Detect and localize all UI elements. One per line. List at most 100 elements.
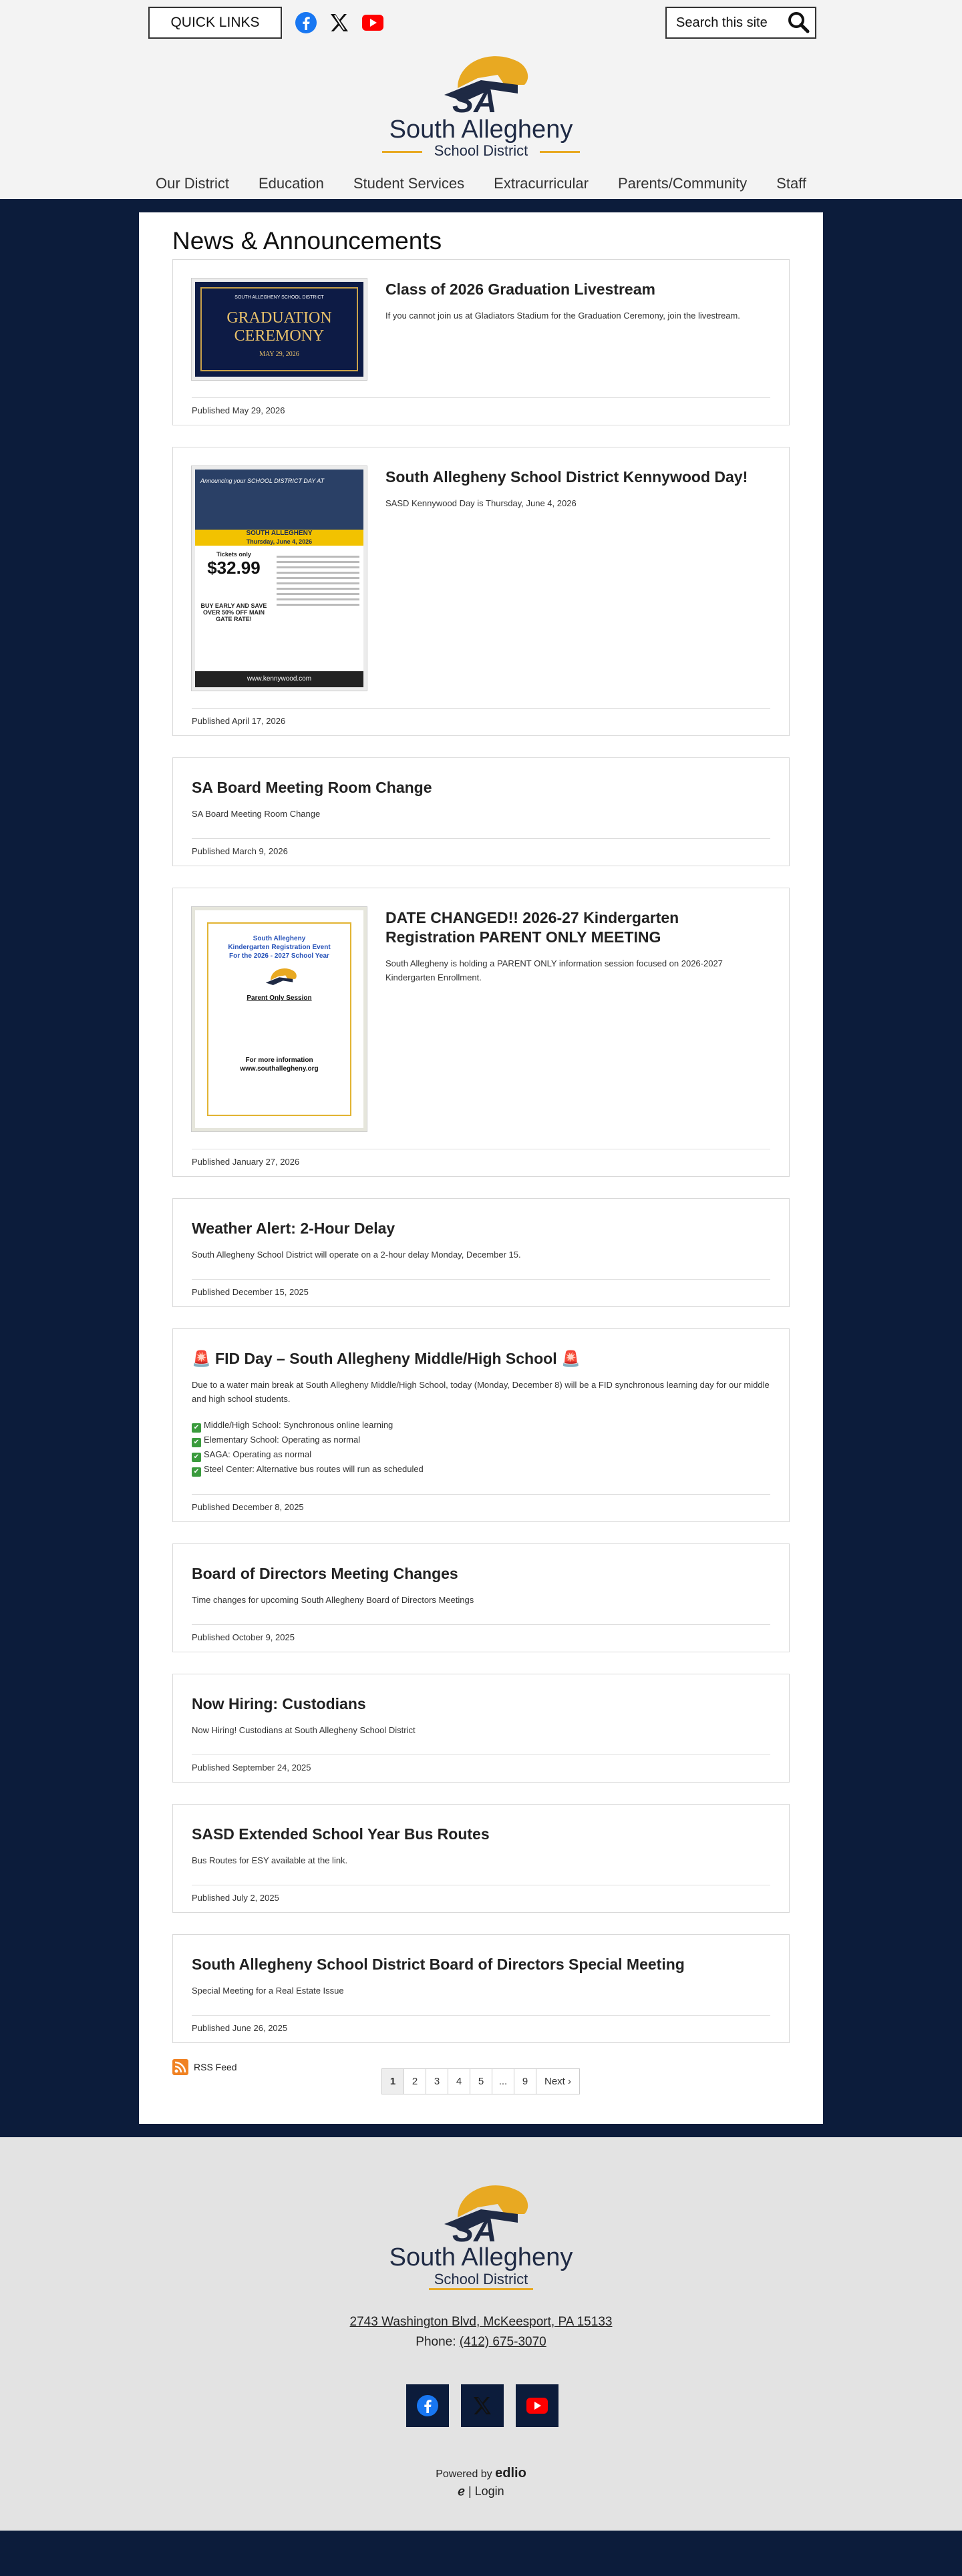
news-summary: Time changes for upcoming South Alleghen… <box>192 1595 474 1605</box>
login-label: Login <box>474 2485 504 2498</box>
thumb-l1: South Allegheny <box>253 935 306 942</box>
footer-contact: 2743 Washington Blvd, McKeesport, PA 151… <box>0 2315 962 2350</box>
kennywood-thumbnail[interactable]: Announcing your SCHOOL DISTRICT DAY AT S… <box>192 466 367 691</box>
thumb-buy: BUY EARLY AND SAVE OVER 50% OFF MAIN GAT… <box>200 602 267 622</box>
edlio-brand: edlio <box>495 2466 526 2480</box>
logo-helmet-icon: SA <box>444 56 528 115</box>
kindergarten-thumbnail[interactable]: South Allegheny Kindergarten Registratio… <box>192 907 367 1131</box>
graduation-thumbnail[interactable]: SOUTH ALLEGHENY SCHOOL DISTRICT GRADUATI… <box>192 279 367 380</box>
news-item: Weather Alert: 2-Hour Delay South Allegh… <box>172 1198 790 1307</box>
nav-staff[interactable]: Staff <box>762 172 821 195</box>
status-list: Middle/High School: Synchronous online l… <box>192 1418 770 1477</box>
list-item: SAGA: Operating as normal <box>192 1447 770 1462</box>
page-4[interactable]: 4 <box>447 2068 470 2094</box>
page-5[interactable]: 5 <box>469 2068 492 2094</box>
news-summary: Due to a water main break at South Alleg… <box>192 1380 770 1404</box>
youtube-icon[interactable] <box>361 11 385 35</box>
footer-youtube-icon[interactable] <box>516 2384 558 2427</box>
main-content: News & Announcements SOUTH ALLEGHENY SCH… <box>139 212 823 2124</box>
thumb-l2: Kindergarten Registration Event <box>228 944 331 951</box>
logo-helmet-icon <box>265 968 297 986</box>
news-summary: South Allegheny is holding a PARENT ONLY… <box>385 958 723 982</box>
phone-label: Phone: <box>416 2335 460 2349</box>
nav-our-district[interactable]: Our District <box>141 172 244 195</box>
publish-date: Published March 9, 2026 <box>192 846 288 856</box>
search-icon[interactable] <box>787 11 811 35</box>
footer-facebook-icon[interactable] <box>406 2384 449 2427</box>
news-summary: SASD Kennywood Day is Thursday, June 4, … <box>385 498 577 508</box>
nav-extracurricular[interactable]: Extracurricular <box>479 172 603 195</box>
thumb-name: SOUTH ALLEGHENY <box>246 530 313 537</box>
news-title[interactable]: DATE CHANGED!! 2026-27 Kindergarten Regi… <box>385 908 770 947</box>
svg-text:SA: SA <box>452 84 497 115</box>
search-input[interactable]: Search this site <box>676 15 768 31</box>
news-title[interactable]: Weather Alert: 2-Hour Delay <box>192 1219 770 1238</box>
publish-date: Published December 8, 2025 <box>192 1502 304 1512</box>
pagination: 1 2 3 4 5 ... 9 Next › <box>172 2068 790 2094</box>
news-item: Board of Directors Meeting Changes Time … <box>172 1543 790 1652</box>
news-title[interactable]: Board of Directors Meeting Changes <box>192 1564 770 1584</box>
powered-by-link[interactable]: Powered by edlio <box>0 2466 962 2481</box>
footer-social <box>406 2384 558 2427</box>
publish-date: Published September 24, 2025 <box>192 1763 311 1773</box>
publish-date: Published October 9, 2025 <box>192 1632 295 1642</box>
nav-student-services[interactable]: Student Services <box>339 172 479 195</box>
news-summary: SA Board Meeting Room Change <box>192 809 321 819</box>
rss-icon <box>172 2059 188 2075</box>
thumb-l4: Parent Only Session <box>247 994 312 1002</box>
search-box[interactable]: Search this site <box>665 7 816 39</box>
news-item: Now Hiring: Custodians Now Hiring! Custo… <box>172 1674 790 1783</box>
x-twitter-icon[interactable] <box>327 11 351 35</box>
publish-date: Published May 29, 2026 <box>192 405 285 415</box>
page-2[interactable]: 2 <box>403 2068 426 2094</box>
site-footer: SA South Allegheny School District 2743 … <box>0 2137 962 2531</box>
news-summary: Special Meeting for a Real Estate Issue <box>192 1986 344 1996</box>
page-1[interactable]: 1 <box>381 2068 404 2094</box>
publish-date: Published January 27, 2026 <box>192 1157 300 1167</box>
nav-education[interactable]: Education <box>244 172 339 195</box>
login-link[interactable]: ℯ | Login <box>0 2485 962 2499</box>
page-title: News & Announcements <box>172 227 442 254</box>
site-header: QUICK LINKS Search this site SA South Al… <box>0 0 962 199</box>
page-9[interactable]: 9 <box>513 2068 536 2094</box>
news-title[interactable]: SA Board Meeting Room Change <box>192 778 770 797</box>
footer-logo-subtitle: School District <box>428 2271 534 2290</box>
news-title[interactable]: Now Hiring: Custodians <box>192 1694 770 1714</box>
thumb-l3: For the 2026 - 2027 School Year <box>229 952 329 960</box>
list-item: Middle/High School: Synchronous online l… <box>192 1418 770 1433</box>
district-logo[interactable]: SA South Allegheny School District <box>381 48 581 159</box>
footer-x-twitter-icon[interactable] <box>461 2384 504 2427</box>
logo-subtitle: School District <box>381 143 580 159</box>
quick-links-button[interactable]: QUICK LINKS <box>148 7 282 39</box>
thumb-l5: For more information <box>245 1057 313 1064</box>
thumb-site: www.kennywood.com <box>195 671 363 687</box>
page-ellipsis: ... <box>491 2068 514 2094</box>
publish-date: Published July 2, 2025 <box>192 1893 279 1903</box>
thumb-tickets: Tickets only <box>216 551 251 558</box>
nav-parents-community[interactable]: Parents/Community <box>603 172 762 195</box>
news-summary: Bus Routes for ESY available at the link… <box>192 1855 348 1865</box>
phone-link[interactable]: (412) 675-3070 <box>460 2335 546 2349</box>
main-nav: Our District Education Student Services … <box>0 172 962 195</box>
news-title[interactable]: Class of 2026 Graduation Livestream <box>385 280 770 299</box>
facebook-icon[interactable] <box>294 11 318 35</box>
news-title[interactable]: South Allegheny School District Board of… <box>192 1955 770 1974</box>
footer-logo[interactable]: SA South Allegheny School District <box>381 2177 581 2290</box>
news-title[interactable]: 🚨 FID Day – South Allegheny Middle/High … <box>192 1349 770 1368</box>
news-summary: South Allegheny School District will ope… <box>192 1250 521 1260</box>
news-item: SOUTH ALLEGHENY SCHOOL DISTRICT GRADUATI… <box>172 259 790 425</box>
news-summary: If you cannot join us at Gladiators Stad… <box>385 311 740 321</box>
news-title[interactable]: South Allegheny School District Kennywoo… <box>385 468 770 487</box>
next-page-button[interactable]: Next › <box>535 2068 580 2094</box>
logo-name: South Allegheny <box>389 116 573 144</box>
list-item: Steel Center: Alternative bus routes wil… <box>192 1462 770 1477</box>
top-bar: QUICK LINKS Search this site <box>0 7 962 39</box>
thumb-top-text: Announcing your SCHOOL DISTRICT DAY AT <box>195 470 363 530</box>
address-link[interactable]: 2743 Washington Blvd, McKeesport, PA 151… <box>350 2315 613 2329</box>
page-3[interactable]: 3 <box>425 2068 448 2094</box>
news-title[interactable]: SASD Extended School Year Bus Routes <box>192 1825 770 1844</box>
thumb-date: Thursday, June 4, 2026 <box>246 538 313 545</box>
thumb-l6: www.southallegheny.org <box>240 1065 319 1073</box>
publish-date: Published December 15, 2025 <box>192 1287 309 1297</box>
footer-logo-name: South Allegheny <box>389 2243 573 2271</box>
